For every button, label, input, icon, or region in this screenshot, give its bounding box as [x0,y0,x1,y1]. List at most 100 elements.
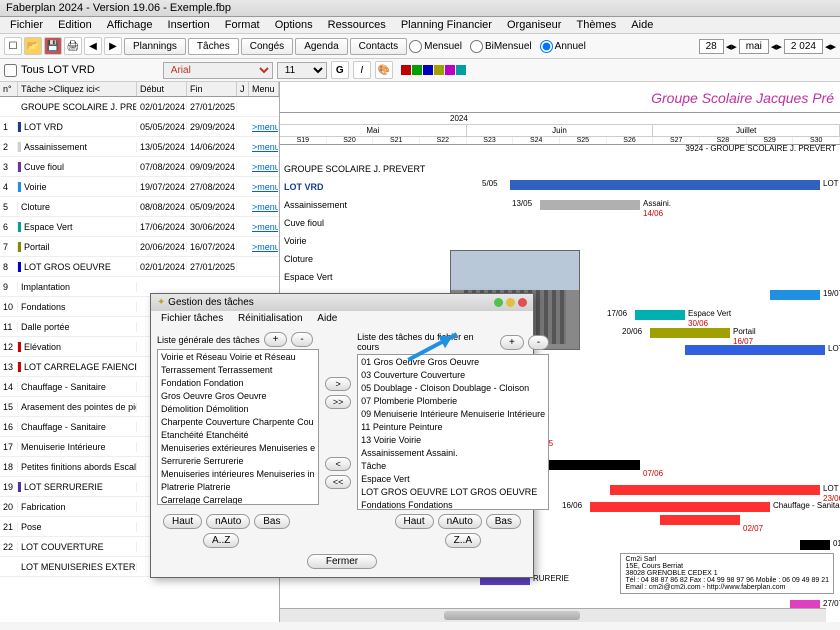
left-nauto-button[interactable]: nAuto [206,514,250,529]
move-left-button[interactable]: < [325,457,351,471]
tab-agenda[interactable]: Agenda [295,38,347,55]
menu-affichage[interactable]: Affichage [101,17,159,33]
left-bas-button[interactable]: Bas [254,514,289,529]
list-item[interactable]: 07 Plomberie Plomberie [359,395,547,408]
menu-planning[interactable]: Planning Financier [395,17,498,33]
list-item[interactable]: Terrassement Terrassement [159,364,317,377]
list-item[interactable]: 11 Peinture Peinture [359,421,547,434]
task-row[interactable]: 4Voirie19/07/202427/08/2024>menu< [0,177,279,197]
task-row[interactable]: 2Assainissement13/05/202414/06/2024>menu… [0,137,279,157]
list-item[interactable]: 13 Voirie Voirie [359,434,547,447]
date-day[interactable]: 28 [699,39,724,54]
tab-conges[interactable]: Congés [241,38,293,55]
menu-format[interactable]: Format [219,17,266,33]
font-select[interactable]: Arial [163,62,273,79]
print-icon[interactable]: 🖨 [64,37,82,55]
open-icon[interactable]: 📂 [24,37,42,55]
list-item[interactable]: Carrelage Carrelage [159,494,317,505]
close-icon[interactable] [518,298,527,307]
gantt-bar[interactable] [685,345,825,355]
menu-edition[interactable]: Edition [52,17,98,33]
fwd-icon[interactable]: ▶ [104,37,122,55]
list-item[interactable]: Fondations Fondations [359,499,547,510]
task-row[interactable]: 7Portail20/06/202416/07/2024>menu< [0,237,279,257]
list-item[interactable]: LOT GROS OEUVRE LOT GROS OEUVRE [359,486,547,499]
dialog-menu-fichier[interactable]: Fichier tâches [155,311,229,326]
move-all-right-button[interactable]: >> [325,395,351,409]
back-icon[interactable]: ◀ [84,37,102,55]
list-item[interactable]: Tâche [359,460,547,473]
menu-fichier[interactable]: Fichier [4,17,49,33]
save-icon[interactable]: 💾 [44,37,62,55]
right-bas-button[interactable]: Bas [486,514,521,529]
za-button[interactable]: Z..A [445,533,481,548]
move-right-button[interactable]: > [325,377,351,391]
right-minus-button[interactable]: - [528,335,549,350]
color-icon[interactable]: 🎨 [375,61,393,79]
list-item[interactable]: Assainissement Assaini. [359,447,547,460]
right-list[interactable]: 01 Gros Oeuvre Gros Oeuvre03 Couverture … [357,354,549,510]
task-row[interactable]: 1LOT VRD05/05/202429/09/2024>menu< [0,117,279,137]
menu-ressources[interactable]: Ressources [322,17,392,33]
gantt-bar[interactable] [770,290,820,300]
dialog-menu-reinit[interactable]: Réinitialisation [232,311,308,326]
right-haut-button[interactable]: Haut [395,514,434,529]
italic-icon[interactable]: I [353,61,371,79]
gantt-bar[interactable] [540,200,640,210]
radio-annuel[interactable]: Annuel [540,40,586,53]
list-item[interactable]: Menuiseries extérieures Menuiseries e [159,442,317,455]
list-item[interactable]: Fondation Fondation [159,377,317,390]
move-all-left-button[interactable]: << [325,475,351,489]
gantt-bar[interactable] [660,515,740,525]
right-plus-button[interactable]: + [500,335,524,350]
radio-bimensuel[interactable]: BiMensuel [470,40,532,53]
dialog-menu-aide[interactable]: Aide [311,311,343,326]
gantt-bar[interactable] [650,328,730,338]
right-nauto-button[interactable]: nAuto [438,514,482,529]
list-item[interactable]: 01 Gros Oeuvre Gros Oeuvre [359,356,547,369]
all-checkbox[interactable] [4,64,17,77]
maximize-icon[interactable] [506,298,515,307]
left-minus-button[interactable]: - [291,332,312,347]
new-icon[interactable]: ☐ [4,37,22,55]
list-item[interactable]: Charpente Couverture Charpente Cou [159,416,317,429]
left-haut-button[interactable]: Haut [163,514,202,529]
gantt-bar[interactable] [800,540,830,550]
gantt-bar[interactable] [590,502,770,512]
gantt-bar[interactable] [635,310,685,320]
left-plus-button[interactable]: + [264,332,288,347]
task-row[interactable]: 5Cloture08/08/202405/09/2024>menu< [0,197,279,217]
menu-aide[interactable]: Aide [625,17,659,33]
list-item[interactable]: Serrurerie Serrurerie [159,455,317,468]
tab-contacts[interactable]: Contacts [350,38,407,55]
az-button[interactable]: A..Z [203,533,239,548]
task-row[interactable]: 6Espace Vert17/06/202430/06/2024>menu< [0,217,279,237]
list-item[interactable]: Menuiseries intérieures Menuiseries in [159,468,317,481]
list-item[interactable]: Espace Vert [359,473,547,486]
list-item[interactable]: Gros Oeuvre Gros Oeuvre [159,390,317,403]
size-select[interactable]: 11 [277,62,327,79]
minimize-icon[interactable] [494,298,503,307]
list-item[interactable]: Démolition Démolition [159,403,317,416]
list-item[interactable]: Voirie et Réseau Voirie et Réseau [159,351,317,364]
gantt-bar[interactable] [610,485,820,495]
list-item[interactable]: 03 Couverture Couverture [359,369,547,382]
tab-taches[interactable]: Tâches [188,38,239,55]
list-item[interactable]: 09 Menuiserie Intérieure Menuiserie Inté… [359,408,547,421]
date-year[interactable]: 2 024 [784,39,823,54]
gantt-bar[interactable] [510,180,820,190]
list-item[interactable]: Etanchéité Etanchéité [159,429,317,442]
task-row[interactable]: 3Cuve fioul07/08/202409/09/2024>menu< [0,157,279,177]
list-item[interactable]: 05 Doublage - Cloison Doublage - Cloison [359,382,547,395]
menu-options[interactable]: Options [269,17,319,33]
list-item[interactable]: Platrerie Platrerie [159,481,317,494]
menu-themes[interactable]: Thèmes [570,17,622,33]
menu-organiseur[interactable]: Organiseur [501,17,567,33]
menu-insertion[interactable]: Insertion [162,17,216,33]
task-row[interactable]: GROUPE SCOLAIRE J. PREVERT02/01/202427/0… [0,97,279,117]
date-month[interactable]: mai [739,39,769,54]
tab-plannings[interactable]: Plannings [124,38,186,55]
horizontal-scrollbar[interactable] [280,608,826,622]
bold-icon[interactable]: G [331,61,349,79]
radio-mensuel[interactable]: Mensuel [409,40,462,53]
